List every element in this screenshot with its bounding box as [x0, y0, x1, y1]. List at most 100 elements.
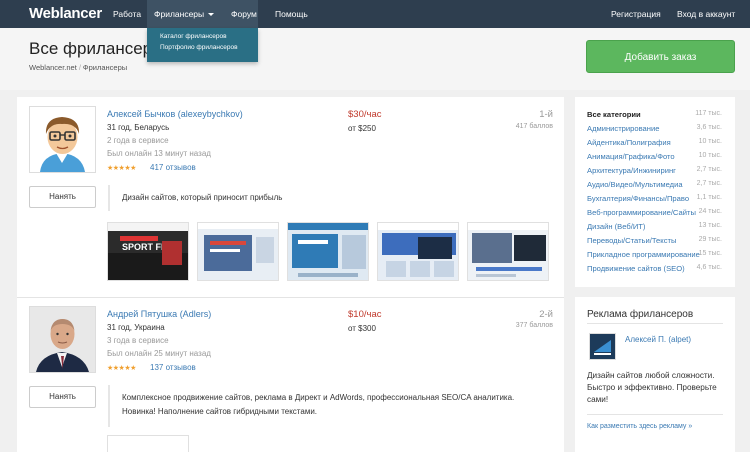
- category-count: 3,6 тыс.: [696, 124, 722, 131]
- category-label: Анимация/Графика/Фото: [587, 152, 675, 161]
- reviews-link[interactable]: 137 отзывов: [150, 363, 196, 372]
- category-item[interactable]: Анимация/Графика/Фото 10 тыс.: [587, 152, 722, 161]
- freelancer-last-online: Был онлайн 13 минут назад: [107, 149, 211, 158]
- ad-text: Дизайн сайтов любой сложности. Быстро и …: [587, 371, 717, 404]
- category-label: Архитектура/Инжиниринг: [587, 166, 676, 175]
- breadcrumb: Weblancer.net / Фрилансеры: [29, 63, 128, 72]
- portfolio-thumbnail[interactable]: [377, 222, 459, 281]
- hourly-rate: $30/час: [348, 109, 382, 120]
- breadcrumb-current: Фрилансеры: [82, 63, 128, 72]
- category-item[interactable]: Аудио/Видео/Мультимедиа 2,7 тыс.: [587, 180, 722, 189]
- dropdown-item-catalog[interactable]: Каталог фрилансеров: [147, 31, 258, 42]
- freelancer-age-country: 31 год, Беларусь: [107, 123, 170, 132]
- avatar-cartoon-image: [30, 107, 95, 172]
- hire-button[interactable]: Нанять: [29, 386, 96, 408]
- portfolio-image: [378, 223, 458, 280]
- rating-stars: ★★★★★: [107, 365, 136, 372]
- portfolio-thumbnail[interactable]: [287, 222, 369, 281]
- category-count: 13 тыс.: [698, 222, 722, 229]
- category-label: Продвижение сайтов (SEO): [587, 264, 685, 273]
- avatar[interactable]: [29, 306, 96, 373]
- freelancer-description: Дизайн сайтов, который приносит прибыль: [108, 185, 548, 211]
- portfolio-image: [288, 223, 368, 280]
- page-title: Все фрилансеры: [29, 39, 165, 58]
- rating-rank: 1-й: [539, 109, 553, 120]
- nav-item-forum[interactable]: Форум: [224, 0, 264, 28]
- category-label: Аудио/Видео/Мультимедиа: [587, 180, 683, 189]
- reviews-link[interactable]: 417 отзывов: [150, 163, 196, 172]
- register-link[interactable]: Регистрация: [604, 0, 668, 28]
- site-logo[interactable]: Weblancer: [29, 5, 102, 22]
- category-count: 10 тыс.: [698, 152, 722, 159]
- freelancer-description: Комплексное продвижение сайтов, реклама …: [108, 385, 548, 427]
- freelancer-in-service: 3 года в сервисе: [107, 336, 169, 345]
- freelancer-last-online: Был онлайн 25 минут назад: [107, 349, 211, 358]
- ad-avatar-image: [590, 334, 615, 359]
- min-price: от $250: [348, 124, 376, 133]
- category-count: 4,6 тыс.: [696, 264, 722, 271]
- freelancer-name[interactable]: Андрей Пятушка (Adlers): [107, 309, 211, 319]
- category-all[interactable]: Все категории 117 тыс.: [587, 110, 722, 119]
- portfolio-image: SPORT FIT: [108, 223, 188, 280]
- hourly-rate: $10/час: [348, 309, 382, 320]
- category-label: Переводы/Статьи/Тексты: [587, 236, 677, 245]
- category-item[interactable]: Продвижение сайтов (SEO) 4,6 тыс.: [587, 264, 722, 273]
- portfolio-thumbnail[interactable]: SPORT FIT: [107, 222, 189, 281]
- avatar[interactable]: [29, 106, 96, 173]
- portfolio-thumbnail[interactable]: [107, 435, 189, 452]
- category-count: 2,7 тыс.: [696, 166, 722, 173]
- category-item[interactable]: Дизайн (Веб/ИТ) 13 тыс.: [587, 222, 722, 231]
- portfolio-thumbnail[interactable]: [467, 222, 549, 281]
- breadcrumb-home[interactable]: Weblancer.net: [29, 63, 77, 72]
- category-label: Айдентика/Полиграфия: [587, 138, 671, 147]
- category-label: Администрирование: [587, 124, 660, 133]
- caret-down-icon: [208, 13, 215, 17]
- category-item[interactable]: Бухгалтерия/Финансы/Право 1,1 тыс.: [587, 194, 722, 203]
- ads-divider: [587, 323, 723, 324]
- rating-rank: 2-й: [539, 309, 553, 320]
- category-item[interactable]: Прикладное программирование 15 тыс.: [587, 250, 722, 259]
- ads-title: Реклама фрилансеров: [587, 309, 694, 320]
- dropdown-item-portfolio[interactable]: Портфолио фрилансеров: [147, 42, 258, 53]
- rating-points: 417 баллов: [515, 123, 553, 130]
- login-link[interactable]: Вход в аккаунт: [670, 0, 742, 28]
- ads-divider-bottom: [587, 414, 723, 415]
- portfolio-thumbnail[interactable]: [197, 222, 279, 281]
- ad-user-name[interactable]: Алексей П. (alpet): [625, 335, 691, 344]
- category-item[interactable]: Архитектура/Инжиниринг 2,7 тыс.: [587, 166, 722, 175]
- freelancers-dropdown-menu: Каталог фрилансеров Портфолио фрилансеро…: [147, 28, 258, 62]
- category-count: 2,7 тыс.: [696, 180, 722, 187]
- add-order-button[interactable]: Добавить заказ: [586, 40, 735, 73]
- portfolio-image: [468, 223, 548, 280]
- category-count: 1,1 тыс.: [696, 194, 722, 201]
- freelancer-age-country: 31 год, Украина: [107, 323, 165, 332]
- category-label: Все категории: [587, 110, 641, 119]
- category-count: 29 тыс.: [698, 236, 722, 243]
- freelancer-in-service: 2 года в сервисе: [107, 136, 169, 145]
- top-navbar: Weblancer Работа Фрилансеры Форум Помощь…: [0, 0, 750, 28]
- avatar-photo-image: [30, 307, 95, 372]
- nav-item-freelancers-label: Фрилансеры: [154, 9, 205, 19]
- category-count: 117 тыс.: [695, 110, 722, 117]
- category-count: 24 тыс.: [698, 208, 722, 215]
- freelancer-name[interactable]: Алексей Бычков (alexeybychkov): [107, 109, 243, 119]
- ad-avatar[interactable]: [589, 333, 616, 360]
- min-price: от $300: [348, 324, 376, 333]
- category-item[interactable]: Айдентика/Полиграфия 10 тыс.: [587, 138, 722, 147]
- category-count: 10 тыс.: [698, 138, 722, 145]
- category-item[interactable]: Администрирование 3,6 тыс.: [587, 124, 722, 133]
- category-item[interactable]: Веб-программирование/Сайты 24 тыс.: [587, 208, 722, 217]
- rating-points: 377 баллов: [515, 322, 553, 329]
- category-item[interactable]: Переводы/Статьи/Тексты 29 тыс.: [587, 236, 722, 245]
- category-count: 15 тыс.: [698, 250, 722, 257]
- category-label: Веб-программирование/Сайты: [587, 208, 696, 217]
- portfolio-image: [198, 223, 278, 280]
- row-divider: [17, 297, 564, 298]
- ad-placement-link[interactable]: Как разместить здесь рекламу »: [587, 423, 692, 430]
- category-label: Бухгалтерия/Финансы/Право: [587, 194, 690, 203]
- hire-button[interactable]: Нанять: [29, 186, 96, 208]
- category-label: Дизайн (Веб/ИТ): [587, 222, 646, 231]
- nav-item-help[interactable]: Помощь: [268, 0, 315, 28]
- category-label: Прикладное программирование: [587, 250, 700, 259]
- nav-item-jobs[interactable]: Работа: [106, 0, 148, 28]
